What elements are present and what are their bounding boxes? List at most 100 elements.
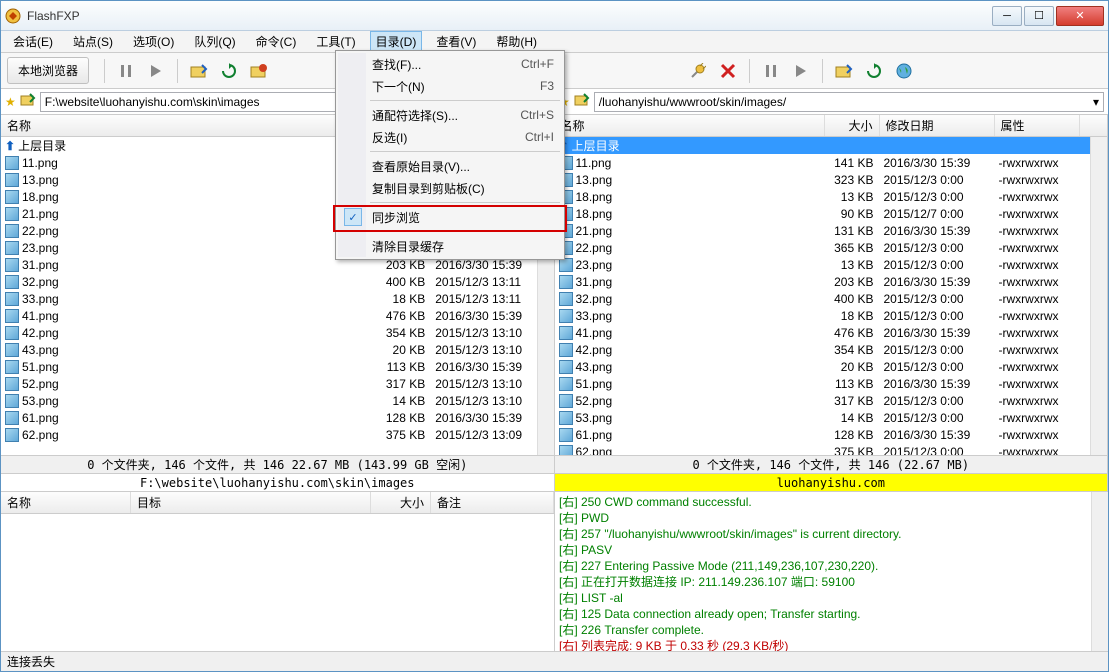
file-name: 53.png bbox=[576, 411, 613, 425]
file-row[interactable]: 33.png18 KB2015/12/3 0:00-rwxrwxrwx bbox=[555, 307, 1091, 324]
menu-item[interactable]: ✓同步浏览 bbox=[338, 206, 562, 228]
log-line: [右] 125 Data connection already open; Tr… bbox=[559, 606, 1087, 622]
file-row[interactable]: 13.png323 KB2015/12/3 0:00-rwxrwxrwx bbox=[555, 171, 1091, 188]
close-button[interactable]: ✕ bbox=[1056, 6, 1104, 26]
menu-item[interactable]: 帮助(H) bbox=[490, 31, 543, 52]
menu-item[interactable]: 查找(F)...Ctrl+F bbox=[338, 53, 562, 75]
menu-item[interactable]: 选项(O) bbox=[127, 31, 180, 52]
connect-icon[interactable] bbox=[686, 59, 710, 83]
col-name[interactable]: 名称 bbox=[1, 115, 376, 136]
menu-item[interactable]: 队列(Q) bbox=[188, 31, 241, 52]
image-file-icon bbox=[5, 394, 19, 408]
col-size[interactable]: 大小 bbox=[825, 115, 880, 136]
menu-item[interactable]: 目录(D) bbox=[370, 31, 423, 52]
file-row[interactable]: 51.png113 KB2016/3/30 15:39 bbox=[1, 358, 537, 375]
col-attr[interactable]: 属性 bbox=[995, 115, 1080, 136]
file-row[interactable]: 51.png113 KB2016/3/30 15:39-rwxrwxrwx bbox=[555, 375, 1091, 392]
file-size: 128 KB bbox=[825, 428, 880, 442]
pause-icon[interactable] bbox=[114, 59, 138, 83]
file-name: 62.png bbox=[22, 428, 59, 442]
file-row[interactable]: 18.png13 KB2015/12/3 0:00-rwxrwxrwx bbox=[555, 188, 1091, 205]
file-attr: -rwxrwxrwx bbox=[995, 224, 1080, 238]
remote-path-input[interactable]: /luohanyishu/wwwroot/skin/images/▾ bbox=[594, 92, 1104, 112]
play-icon[interactable] bbox=[144, 59, 168, 83]
menu-item[interactable]: 下一个(N)F3 bbox=[338, 75, 562, 97]
col-remark[interactable]: 备注 bbox=[431, 492, 554, 513]
log-pane[interactable]: [右] 250 CWD command successful.[右] PWD[右… bbox=[555, 492, 1091, 651]
maximize-button[interactable]: ☐ bbox=[1024, 6, 1054, 26]
menu-item[interactable]: 查看原始目录(V)... bbox=[338, 155, 562, 177]
file-row[interactable]: 41.png476 KB2016/3/30 15:39 bbox=[1, 307, 537, 324]
file-size: 131 KB bbox=[825, 224, 880, 238]
file-row[interactable]: 22.png365 KB2015/12/3 0:00-rwxrwxrwx bbox=[555, 239, 1091, 256]
queue-list[interactable] bbox=[1, 514, 554, 651]
refresh-icon-right[interactable] bbox=[862, 59, 886, 83]
file-row[interactable]: 41.png476 KB2016/3/30 15:39-rwxrwxrwx bbox=[555, 324, 1091, 341]
file-row[interactable]: 11.png141 KB2016/3/30 15:39-rwxrwxrwx bbox=[555, 154, 1091, 171]
file-row[interactable]: 62.png375 KB2015/12/3 13:09 bbox=[1, 426, 537, 443]
col-target[interactable]: 目标 bbox=[131, 492, 371, 513]
scrollbar[interactable] bbox=[1090, 137, 1107, 455]
file-row[interactable]: 62.png375 KB2015/12/3 0:00-rwxrwxrwx bbox=[555, 443, 1091, 455]
file-row[interactable]: 32.png400 KB2015/12/3 13:11 bbox=[1, 273, 537, 290]
menu-item[interactable]: 反选(I)Ctrl+I bbox=[338, 126, 562, 148]
file-row[interactable]: 31.png203 KB2016/3/30 15:39-rwxrwxrwx bbox=[555, 273, 1091, 290]
image-file-icon bbox=[5, 309, 19, 323]
col-date[interactable]: 修改日期 bbox=[880, 115, 995, 136]
file-row[interactable]: 18.png90 KB2015/12/7 0:00-rwxrwxrwx bbox=[555, 205, 1091, 222]
file-row[interactable]: 53.png14 KB2015/12/3 0:00-rwxrwxrwx bbox=[555, 409, 1091, 426]
folder-up-icon[interactable] bbox=[574, 93, 590, 110]
file-row[interactable]: 23.png13 KB2015/12/3 0:00-rwxrwxrwx bbox=[555, 256, 1091, 273]
file-row[interactable]: 61.png128 KB2016/3/30 15:39 bbox=[1, 409, 537, 426]
file-size: 13 KB bbox=[825, 258, 880, 272]
remote-file-list[interactable]: ⬆上层目录11.png141 KB2016/3/30 15:39-rwxrwxr… bbox=[555, 137, 1091, 455]
parent-dir-row[interactable]: ⬆上层目录 bbox=[555, 137, 1091, 154]
file-size: 365 KB bbox=[825, 241, 880, 255]
folder-nav-icon-right[interactable] bbox=[832, 59, 856, 83]
file-row[interactable]: 53.png14 KB2015/12/3 13:10 bbox=[1, 392, 537, 409]
cancel-icon[interactable] bbox=[247, 59, 271, 83]
file-row[interactable]: 43.png20 KB2015/12/3 13:10 bbox=[1, 341, 537, 358]
play-icon-right[interactable] bbox=[789, 59, 813, 83]
col-name[interactable]: 名称 bbox=[1, 492, 131, 513]
refresh-icon[interactable] bbox=[217, 59, 241, 83]
menu-item[interactable]: 复制目录到剪贴板(C) bbox=[338, 177, 562, 199]
scrollbar[interactable] bbox=[1091, 492, 1108, 651]
file-row[interactable]: 33.png18 KB2015/12/3 13:11 bbox=[1, 290, 537, 307]
menu-item[interactable]: 站点(S) bbox=[67, 31, 119, 52]
file-row[interactable]: 42.png354 KB2015/12/3 0:00-rwxrwxrwx bbox=[555, 341, 1091, 358]
image-file-icon bbox=[5, 292, 19, 306]
menu-item[interactable]: 清除目录缓存 bbox=[338, 235, 562, 257]
menu-item[interactable]: 通配符选择(S)...Ctrl+S bbox=[338, 104, 562, 126]
local-browser-button[interactable]: 本地浏览器 bbox=[7, 57, 89, 84]
file-date: 2015/12/3 0:00 bbox=[880, 292, 995, 306]
globe-icon[interactable] bbox=[892, 59, 916, 83]
file-row[interactable]: 61.png128 KB2016/3/30 15:39-rwxrwxrwx bbox=[555, 426, 1091, 443]
file-row[interactable]: 52.png317 KB2015/12/3 13:10 bbox=[1, 375, 537, 392]
file-row[interactable]: 43.png20 KB2015/12/3 0:00-rwxrwxrwx bbox=[555, 358, 1091, 375]
chevron-down-icon[interactable]: ▾ bbox=[1093, 95, 1099, 109]
file-name: 51.png bbox=[22, 360, 59, 374]
menu-item[interactable]: 查看(V) bbox=[430, 31, 482, 52]
col-name[interactable]: 名称 bbox=[555, 115, 825, 136]
file-name: 18.png bbox=[576, 190, 613, 204]
file-attr: -rwxrwxrwx bbox=[995, 156, 1080, 170]
file-row[interactable]: 21.png131 KB2016/3/30 15:39-rwxrwxrwx bbox=[555, 222, 1091, 239]
file-name: 11.png bbox=[22, 156, 58, 170]
folder-up-icon[interactable] bbox=[20, 93, 36, 110]
minimize-button[interactable]: ─ bbox=[992, 6, 1022, 26]
menu-item[interactable]: 会话(E) bbox=[7, 31, 59, 52]
file-row[interactable]: 42.png354 KB2015/12/3 13:10 bbox=[1, 324, 537, 341]
pause-icon-right[interactable] bbox=[759, 59, 783, 83]
file-name: 21.png bbox=[22, 207, 59, 221]
col-size[interactable]: 大小 bbox=[371, 492, 431, 513]
file-row[interactable]: 52.png317 KB2015/12/3 0:00-rwxrwxrwx bbox=[555, 392, 1091, 409]
favorite-icon[interactable]: ★ bbox=[5, 95, 16, 109]
folder-nav-icon[interactable] bbox=[187, 59, 211, 83]
menu-item[interactable]: 工具(T) bbox=[310, 31, 361, 52]
disconnect-icon[interactable] bbox=[716, 59, 740, 83]
file-row[interactable]: 32.png400 KB2015/12/3 0:00-rwxrwxrwx bbox=[555, 290, 1091, 307]
file-size: 400 KB bbox=[825, 292, 880, 306]
image-file-icon bbox=[5, 428, 19, 442]
menu-item[interactable]: 命令(C) bbox=[250, 31, 303, 52]
